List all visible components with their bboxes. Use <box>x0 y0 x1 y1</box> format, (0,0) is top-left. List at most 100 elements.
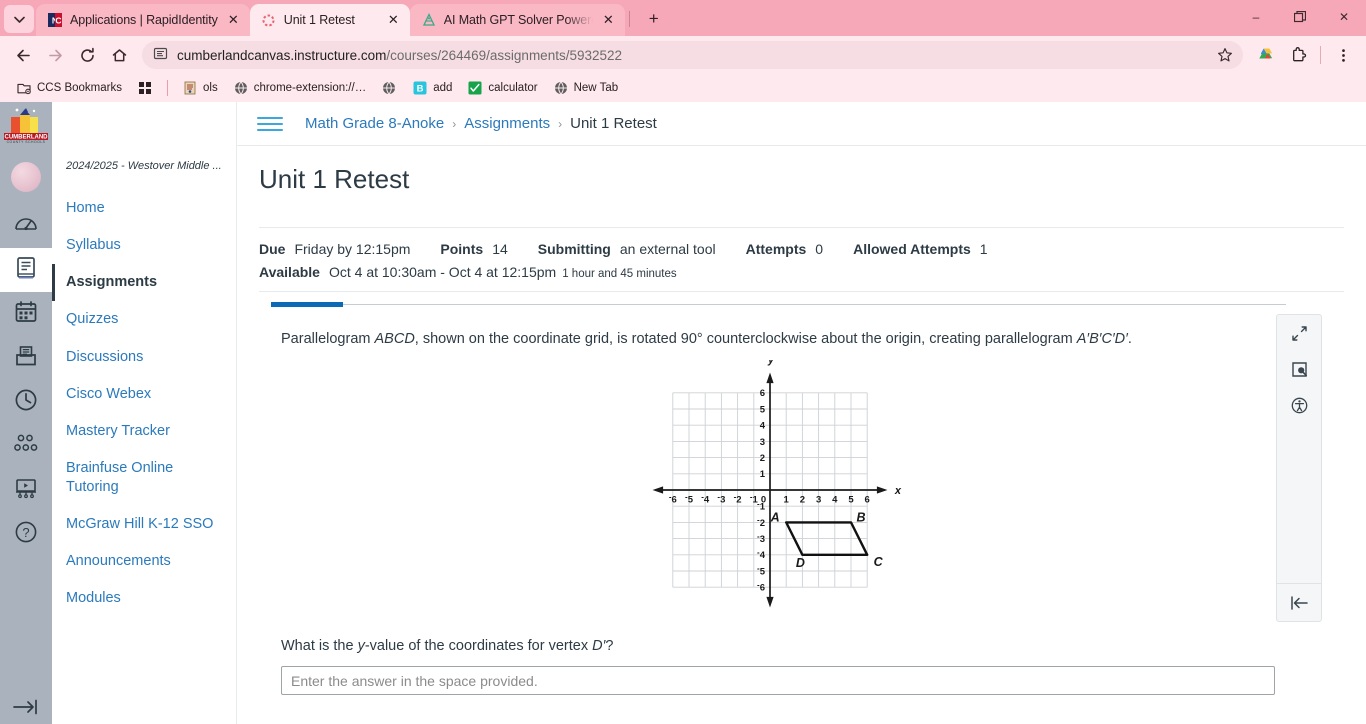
svg-text:B: B <box>417 84 424 95</box>
close-icon[interactable]: ✕ <box>385 12 402 29</box>
submitting-label: Submitting <box>537 241 611 258</box>
allowed-attempts-value: 1 <box>979 241 988 258</box>
external-tool-frame: Parallelogram ABCD, shown on the coordin… <box>259 302 1344 696</box>
browser-tab-1[interactable]: NC Applications | RapidIdentity ✕ <box>36 4 250 36</box>
browser-tab-3[interactable]: AI Math GPT Solver Powered by ✕ <box>409 4 625 36</box>
bookmark-star-icon[interactable] <box>1213 43 1237 67</box>
x-tick-label: -2 <box>733 493 741 506</box>
browser-menu-icon[interactable] <box>1328 40 1358 70</box>
cumberland-county-schools-logo[interactable]: CUMBERLAND COUNTY SCHOOLS <box>3 106 49 146</box>
available-duration: 1 hour and 45 minutes <box>562 268 677 281</box>
maximize-icon[interactable] <box>1278 0 1322 34</box>
new-tab-button[interactable]: + <box>640 5 668 33</box>
bookmark-item-newtab[interactable]: New Tab <box>547 78 625 98</box>
reload-icon[interactable] <box>72 40 102 70</box>
question-part-3: . <box>1127 331 1132 348</box>
bookmark-item-extension[interactable]: chrome-extension://… <box>227 78 373 98</box>
available-label: Available <box>259 264 320 281</box>
tab-search-button[interactable] <box>4 5 34 33</box>
close-icon[interactable]: ✕ <box>600 12 617 29</box>
course-nav-mcgraw-hill-k12-sso[interactable]: McGraw Hill K-12 SSO <box>52 506 236 543</box>
bookmark-label: calculator <box>488 82 538 94</box>
vertex-label-A: A <box>769 511 779 525</box>
y-tick-label: -6 <box>757 581 765 594</box>
apps-grid-icon <box>137 80 153 96</box>
home-icon[interactable] <box>104 40 134 70</box>
y-tick-label: -1 <box>757 500 766 513</box>
assignment-meta-row-2: Available Oct 4 at 10:30am - Oct 4 at 12… <box>259 264 1344 280</box>
fullscreen-icon[interactable] <box>1276 315 1322 351</box>
browser-tab-2[interactable]: Unit 1 Retest ✕ <box>249 4 410 36</box>
sidebar-item-help[interactable]: ? <box>0 512 52 556</box>
x-tick-label: 3 <box>815 495 820 506</box>
extensions-icon[interactable] <box>1283 40 1313 70</box>
nc-logo-icon: NC <box>47 12 63 28</box>
collapse-global-nav-button[interactable] <box>0 698 52 716</box>
page-info-icon[interactable] <box>153 46 168 64</box>
bookmarks-bar: CCS Bookmarks ols chrome-extension://… B… <box>0 74 1366 102</box>
x-tick-label: 5 <box>848 495 854 506</box>
sidebar-item-history[interactable] <box>0 380 52 424</box>
x-tick-label: -5 <box>685 493 694 506</box>
bookmark-item-globe[interactable] <box>375 78 403 98</box>
course-nav-home[interactable]: Home <box>52 190 236 227</box>
course-nav-modules[interactable]: Modules <box>52 580 236 617</box>
course-nav-syllabus[interactable]: Syllabus <box>52 227 236 264</box>
tab-divider <box>628 11 630 27</box>
svg-text:C: C <box>55 16 61 26</box>
accessibility-icon[interactable] <box>1276 387 1322 423</box>
breadcrumb-assignments[interactable]: Assignments <box>464 115 550 132</box>
sidebar-item-dashboard[interactable] <box>0 204 52 248</box>
bookmark-item-calculator[interactable]: calculator <box>461 78 543 98</box>
y-axis-arrow-down <box>765 597 774 608</box>
course-term-label: 2024/2025 - Westover Middle ... <box>66 160 222 172</box>
attempts-value: 0 <box>815 241 824 258</box>
course-nav-mastery-tracker[interactable]: Mastery Tracker <box>52 413 236 450</box>
account-avatar[interactable] <box>11 162 41 192</box>
y-axis-arrow-up <box>765 372 774 384</box>
bookmark-item-ccs[interactable]: CCS Bookmarks <box>10 78 128 98</box>
course-nav-announcements[interactable]: Announcements <box>52 543 236 580</box>
course-nav-quizzes[interactable]: Quizzes <box>52 301 236 338</box>
x-tick-label: -3 <box>717 493 725 506</box>
sidebar-item-studio[interactable] <box>0 468 52 512</box>
sidebar-item-inbox[interactable] <box>0 336 52 380</box>
magnifier-tool-icon[interactable] <box>1276 351 1322 387</box>
sidebar-item-groups[interactable] <box>0 424 52 468</box>
bookmark-item-add[interactable]: B add <box>406 78 458 98</box>
vertex-label-B: B <box>856 511 865 525</box>
y-tick-label: 5 <box>759 405 765 416</box>
back-icon[interactable] <box>8 40 38 70</box>
figure-name-abcd: ABCD <box>374 331 415 348</box>
close-icon[interactable]: ✕ <box>225 12 242 29</box>
y-tick-label: -2 <box>757 516 765 529</box>
figure-name-abcd-prime: A′B′C′D′ <box>1076 331 1128 348</box>
bookmark-divider <box>167 80 168 96</box>
coordinate-plane-svg: xy-6-5-4-3-2-11234560654321-1-2-3-4-5-6A… <box>652 360 901 608</box>
tab-title: Unit 1 Retest <box>283 13 355 27</box>
minimize-icon[interactable]: – <box>1234 0 1278 34</box>
course-nav-assignments[interactable]: Assignments <box>52 264 236 302</box>
due-label: Due <box>259 241 286 258</box>
tab-strip: NC Applications | RapidIdentity ✕ Unit 1… <box>0 0 1366 36</box>
bookmark-item-ols[interactable]: ols <box>176 78 224 98</box>
page-body: CUMBERLAND COUNTY SCHOOLS ? 2024/2025 - … <box>0 102 1366 724</box>
sidebar-item-calendar[interactable] <box>0 292 52 336</box>
answer-input[interactable] <box>281 666 1275 696</box>
course-nav-brainfuse-online-tutoring[interactable]: Brainfuse Online Tutoring <box>52 450 236 506</box>
menu-icon[interactable] <box>257 111 283 137</box>
breadcrumb-course[interactable]: Math Grade 8-Anoke <box>305 115 444 132</box>
sidebar-item-courses[interactable] <box>0 248 52 292</box>
close-window-icon[interactable]: ✕ <box>1322 0 1366 34</box>
address-bar[interactable]: cumberlandcanvas.instructure.com/courses… <box>142 41 1243 69</box>
bookmark-item-apps[interactable] <box>131 78 159 98</box>
assignment-meta: Due Friday by 12:15pm Points 14 Submitti… <box>259 228 1344 291</box>
url-path: /courses/264469/assignments/5932522 <box>386 47 623 63</box>
course-nav-cisco-webex[interactable]: Cisco Webex <box>52 376 236 413</box>
google-drive-icon[interactable] <box>1251 40 1281 70</box>
forward-icon[interactable] <box>40 40 70 70</box>
x-tick-label: 2 <box>799 495 804 506</box>
collapse-rail-icon[interactable] <box>1276 583 1322 621</box>
x-tick-label: 6 <box>864 495 869 506</box>
course-nav-discussions[interactable]: Discussions <box>52 339 236 376</box>
